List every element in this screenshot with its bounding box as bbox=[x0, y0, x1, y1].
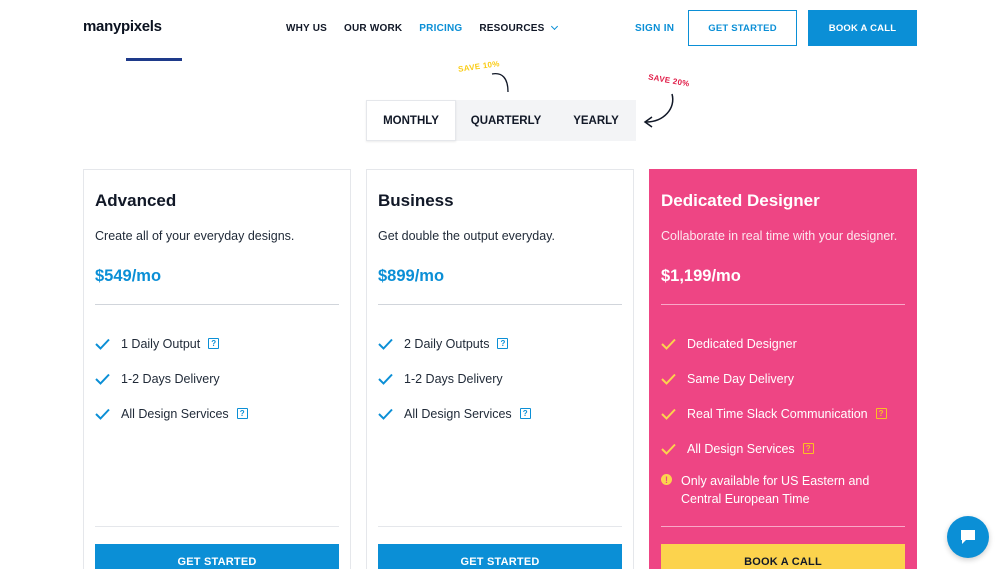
help-icon[interactable]: ? bbox=[875, 408, 887, 419]
feature-list: Dedicated Designer Same Day Delivery Rea… bbox=[661, 326, 905, 466]
check-icon bbox=[661, 338, 676, 350]
feature-item: Real Time Slack Communication ? bbox=[661, 396, 905, 431]
divider bbox=[378, 304, 622, 305]
divider bbox=[95, 304, 339, 305]
curved-arrow-icon bbox=[491, 72, 509, 93]
nav-resources-label: RESOURCES bbox=[479, 23, 545, 34]
divider bbox=[661, 526, 905, 527]
plan-title: Business bbox=[378, 191, 454, 210]
feature-item: Dedicated Designer bbox=[661, 326, 905, 361]
check-icon bbox=[95, 373, 110, 385]
help-icon[interactable]: ? bbox=[208, 338, 220, 349]
feature-item: 1-2 Days Delivery bbox=[378, 361, 622, 396]
feature-label: All Design Services bbox=[687, 441, 795, 456]
feature-label: Dedicated Designer bbox=[687, 336, 797, 351]
feature-label: Same Day Delivery bbox=[687, 371, 794, 386]
feature-list: 1 Daily Output ? 1-2 Days Delivery All D… bbox=[95, 326, 339, 431]
check-icon bbox=[661, 443, 676, 455]
help-icon[interactable]: ? bbox=[236, 408, 248, 419]
help-icon[interactable]: ? bbox=[802, 443, 814, 454]
plan-description: Create all of your everyday designs. bbox=[95, 229, 295, 243]
feature-item: 1-2 Days Delivery bbox=[95, 361, 339, 396]
feature-item: All Design Services ? bbox=[95, 396, 339, 431]
check-icon bbox=[661, 373, 676, 385]
get-started-button[interactable]: GET STARTED bbox=[688, 10, 797, 46]
feature-list: 2 Daily Outputs ? 1-2 Days Delivery All … bbox=[378, 326, 622, 431]
availability-notice: ! Only available for US Eastern and Cent… bbox=[661, 472, 905, 508]
help-icon[interactable]: ? bbox=[519, 408, 531, 419]
check-icon bbox=[95, 408, 110, 420]
billing-toggle: MONTHLY QUARTERLY YEARLY bbox=[366, 100, 636, 141]
feature-label: All Design Services bbox=[121, 406, 229, 421]
plan-description: Collaborate in real time with your desig… bbox=[661, 229, 898, 243]
plan-price: $549/mo bbox=[95, 267, 162, 285]
feature-label: All Design Services bbox=[404, 406, 512, 421]
plan-description: Get double the output everyday. bbox=[378, 229, 555, 243]
plan-price: $899/mo bbox=[378, 267, 445, 285]
nav-our-work[interactable]: OUR WORK bbox=[344, 23, 402, 34]
chat-bubble-icon bbox=[961, 530, 975, 544]
divider bbox=[378, 526, 622, 527]
nav-why-us[interactable]: WHY US bbox=[286, 23, 327, 34]
feature-item: 2 Daily Outputs ? bbox=[378, 326, 622, 361]
logo[interactable]: manypixels bbox=[83, 18, 162, 35]
check-icon bbox=[378, 408, 393, 420]
book-call-button[interactable]: BOOK A CALL bbox=[808, 10, 917, 46]
feature-label: 1-2 Days Delivery bbox=[121, 371, 220, 386]
billing-yearly[interactable]: YEARLY bbox=[556, 100, 636, 141]
plan-card-dedicated-designer: Dedicated Designer Collaborate in real t… bbox=[649, 169, 917, 569]
curved-arrow-icon bbox=[643, 93, 674, 128]
book-call-button[interactable]: BOOK A CALL bbox=[661, 544, 905, 569]
logo-underline bbox=[126, 58, 182, 61]
feature-label: 1 Daily Output bbox=[121, 336, 201, 351]
feature-item: Same Day Delivery bbox=[661, 361, 905, 396]
check-icon bbox=[378, 373, 393, 385]
feature-label: Real Time Slack Communication bbox=[687, 406, 868, 421]
check-icon bbox=[95, 338, 110, 350]
feature-item: All Design Services ? bbox=[661, 431, 905, 466]
feature-label: 1-2 Days Delivery bbox=[404, 371, 503, 386]
sign-in-link[interactable]: SIGN IN bbox=[635, 23, 674, 34]
nav-pricing[interactable]: PRICING bbox=[419, 23, 462, 34]
chevron-down-icon bbox=[550, 22, 558, 31]
divider bbox=[95, 526, 339, 527]
main-nav: WHY US OUR WORK PRICING RESOURCES bbox=[286, 22, 558, 34]
get-started-button[interactable]: GET STARTED bbox=[95, 544, 339, 569]
divider bbox=[661, 304, 905, 305]
help-icon[interactable]: ? bbox=[497, 338, 509, 349]
plan-price: $1,199/mo bbox=[661, 267, 741, 285]
feature-label: 2 Daily Outputs bbox=[404, 336, 490, 351]
feature-item: All Design Services ? bbox=[378, 396, 622, 431]
save-yearly-badge: SAVE 20% bbox=[647, 72, 691, 89]
check-icon bbox=[378, 338, 393, 350]
plan-card-advanced: Advanced Create all of your everyday des… bbox=[83, 169, 351, 569]
warning-icon: ! bbox=[661, 474, 672, 485]
notice-text: Only available for US Eastern and Centra… bbox=[681, 474, 870, 506]
nav-resources[interactable]: RESOURCES bbox=[479, 22, 558, 34]
get-started-button[interactable]: GET STARTED bbox=[378, 544, 622, 569]
chat-launcher-button[interactable] bbox=[947, 516, 989, 558]
plan-title: Advanced bbox=[95, 191, 177, 210]
feature-item: 1 Daily Output ? bbox=[95, 326, 339, 361]
billing-quarterly[interactable]: QUARTERLY bbox=[456, 100, 556, 141]
plan-card-business: Business Get double the output everyday.… bbox=[366, 169, 634, 569]
plan-title: Dedicated Designer bbox=[661, 191, 820, 210]
billing-monthly[interactable]: MONTHLY bbox=[366, 100, 456, 141]
check-icon bbox=[661, 408, 676, 420]
